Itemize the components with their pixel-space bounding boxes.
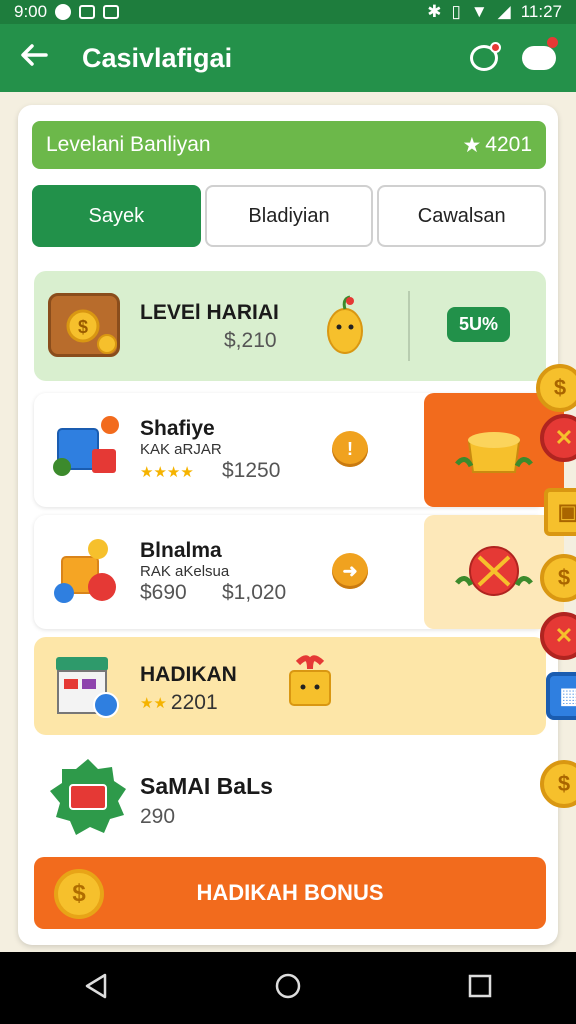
chat-icon[interactable] [470,42,501,71]
level-score: ★ 4201 [462,133,532,158]
tab-cawalsan[interactable]: Cawalsan [377,185,547,247]
discount-badge: 5U% [446,307,510,342]
status-time-right: 11:27 [520,2,562,21]
level-label: Levelani Banliyan [46,133,211,156]
list-item-level-harian[interactable]: $ LEVEl HARIAI $,210 5U% [34,271,546,381]
floating-cube-icon: ▦ [546,672,576,720]
bonus-button-label: HADIKAH BONUS [196,880,384,905]
wifi-icon: ▼ [470,2,488,21]
tab-bar: Sayek Bladiyian Cawalsan [32,185,547,247]
floating-coin-icon: $ [536,364,576,412]
row-divider [408,291,410,361]
row-price: 290 [140,805,176,828]
row-title: LEVEl HARIAI [140,301,279,324]
coin-icon: $ [54,869,104,919]
red-envelope-icon [48,757,126,835]
shop-stall-icon [48,651,120,718]
tab-sayek[interactable]: Sayek [32,185,201,247]
row-subtitle: KAK aRJAR [140,441,222,458]
back-arrow-icon[interactable] [20,41,64,75]
treasure-chest-icon: $ [48,293,120,357]
bluetooth-icon: ✱ [427,2,442,21]
status-time-left: 9:00 [14,2,48,21]
star-icon: ★ [462,133,482,157]
mango-mascot-icon [320,293,370,364]
vibrate-icon: ▯ [451,2,461,21]
cake-icon [455,432,533,473]
app-title: Casivlafigai [82,42,233,73]
row-title: Blnalma [140,539,222,562]
nav-recents-icon[interactable] [467,973,493,1004]
toy-bundle-icon [48,537,120,603]
rating-stars-icon: ★★★★ [140,464,194,481]
cloud-icon[interactable] [522,37,558,70]
list-item-hadikan[interactable]: HADIKAN ★★ 2201 [34,637,546,735]
row-price: $,210 [224,329,277,352]
row-price: $1,020 [222,581,287,604]
signal-icon: ◢ [497,2,511,21]
ball-icon [455,546,533,596]
row-subtitle: RAK aKelsua [140,563,230,580]
nav-home-icon[interactable] [274,972,302,1005]
app-bar: Casivlafigai [0,24,576,92]
cloud-badge [547,37,558,48]
shop-card: Levelani Banliyan ★ 4201 Sayek Bladiyian… [18,105,564,945]
row-score-value: 2201 [170,691,218,714]
gift-cube-icon [48,415,120,479]
floating-gift-icon: ▣ [544,488,576,536]
row-old-price: $690 [140,581,187,604]
level-bar: Levelani Banliyan ★ 4201 [32,121,546,169]
row-score: ★★ 2201 [140,691,218,715]
row-title: Shafiye [140,417,215,440]
message-icon [79,5,96,19]
chat-badge [490,42,501,53]
level-score-value: 4201 [485,133,532,156]
star-icon: ★★ [140,695,167,712]
notification-icon [55,4,72,20]
bonus-button[interactable]: $ HADIKAH BONUS [34,857,546,929]
row-price: $1250 [222,459,281,482]
row-title: SaMAI BaLs [140,773,273,799]
tab-bladiyian[interactable]: Bladiyian [204,185,374,247]
info-coin-button[interactable]: ! [332,431,368,467]
system-nav-bar [0,952,576,1024]
gift-box-mascot-icon [282,649,338,720]
svg-text:$: $ [78,317,88,337]
list-item-samai-bals[interactable]: SaMAI BaLs 290 [34,745,546,855]
status-bar: 9:00 ✱ ▯ ▼ ◢ 11:27 [0,0,576,24]
calendar-icon [103,5,120,19]
action-coin-button[interactable]: ➜ [332,553,368,589]
row-title: HADIKAN [140,663,237,686]
nav-back-icon[interactable] [83,972,109,1005]
